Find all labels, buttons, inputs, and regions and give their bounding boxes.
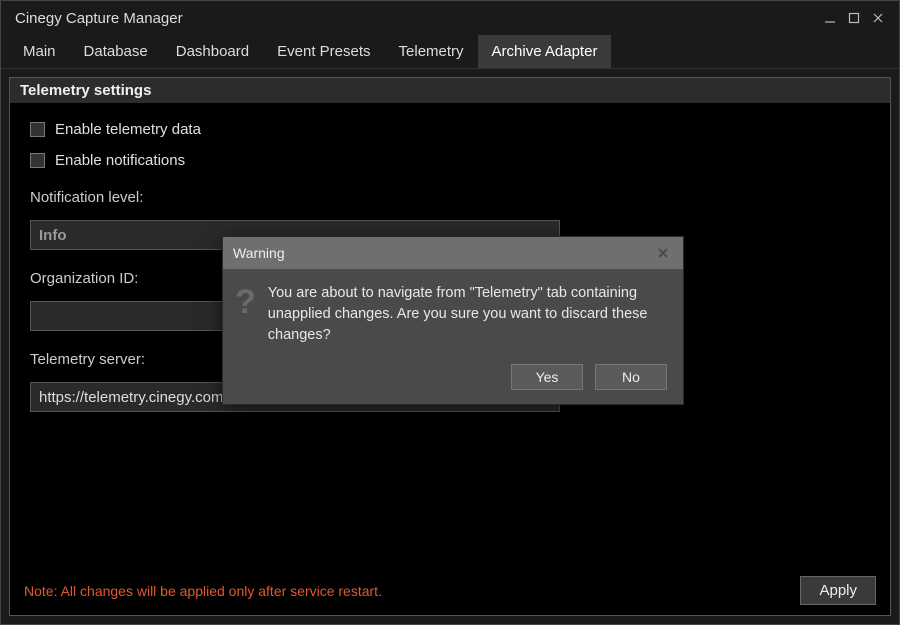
enable-telemetry-row: Enable telemetry data <box>30 121 870 138</box>
panel-footer: Note: All changes will be applied only a… <box>10 568 890 615</box>
tab-archive-adapter[interactable]: Archive Adapter <box>478 35 612 68</box>
window-controls <box>819 7 889 29</box>
dialog-titlebar: Warning <box>223 237 683 269</box>
dialog-message: You are about to navigate from "Telemetr… <box>268 283 667 346</box>
notification-level-label: Notification level: <box>30 189 870 206</box>
enable-telemetry-label: Enable telemetry data <box>55 121 201 138</box>
dialog-body: ? You are about to navigate from "Teleme… <box>223 269 683 358</box>
tab-event-presets[interactable]: Event Presets <box>263 35 384 68</box>
dialog-footer: Yes No <box>223 358 683 404</box>
tab-main[interactable]: Main <box>9 35 70 68</box>
panel-header: Telemetry settings <box>10 78 890 103</box>
warning-dialog: Warning ? You are about to navigate from… <box>222 236 684 405</box>
apply-button[interactable]: Apply <box>800 576 876 605</box>
maximize-button[interactable] <box>843 7 865 29</box>
enable-notifications-checkbox[interactable] <box>30 153 45 168</box>
question-icon: ? <box>235 283 256 346</box>
no-button[interactable]: No <box>595 364 667 390</box>
titlebar: Cinegy Capture Manager <box>1 1 899 35</box>
close-button[interactable] <box>867 7 889 29</box>
enable-notifications-label: Enable notifications <box>55 152 185 169</box>
yes-button[interactable]: Yes <box>511 364 583 390</box>
tab-telemetry[interactable]: Telemetry <box>385 35 478 68</box>
notification-level-value: Info <box>39 227 67 244</box>
minimize-button[interactable] <box>819 7 841 29</box>
tab-database[interactable]: Database <box>70 35 162 68</box>
enable-notifications-row: Enable notifications <box>30 152 870 169</box>
window-title: Cinegy Capture Manager <box>11 10 819 27</box>
enable-telemetry-checkbox[interactable] <box>30 122 45 137</box>
telemetry-server-value: https://telemetry.cinegy.com <box>39 389 224 406</box>
tabbar: Main Database Dashboard Event Presets Te… <box>1 35 899 69</box>
dialog-close-button[interactable] <box>653 243 673 263</box>
tab-dashboard[interactable]: Dashboard <box>162 35 263 68</box>
dialog-title: Warning <box>233 245 653 261</box>
restart-note: Note: All changes will be applied only a… <box>24 583 382 599</box>
